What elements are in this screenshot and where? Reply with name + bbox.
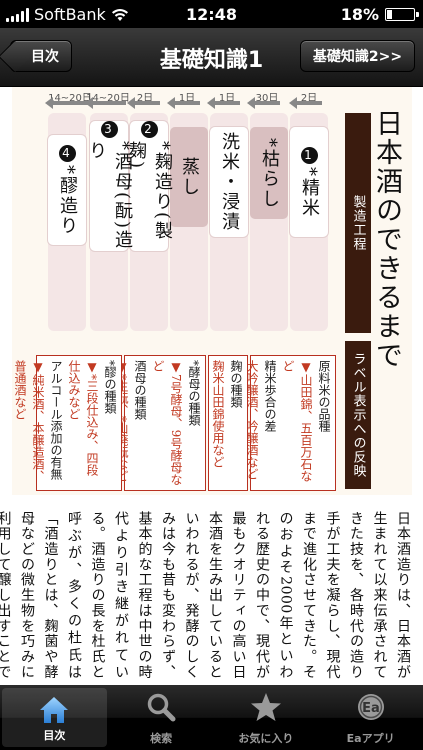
step-label: *枯らし: [259, 137, 280, 209]
step-polishing: 1 *精米: [290, 127, 328, 237]
step-washing-soaking: 洗米・浸漬: [210, 127, 248, 237]
step-label: *精米: [299, 166, 320, 218]
step-main-mash: 4 *醪造り: [48, 135, 86, 245]
tab-favorites[interactable]: お気に入り: [214, 685, 319, 750]
tab-label: 検索: [150, 732, 173, 745]
svg-text:Ea: Ea: [362, 701, 380, 716]
note-item: 麹米山田錦使用など: [211, 360, 225, 468]
next-button-label: 基礎知識2>>: [312, 49, 403, 65]
ea-app-icon: Ea: [357, 694, 384, 720]
process-band: 製造工程: [345, 113, 371, 333]
star-icon: [250, 693, 281, 721]
note-heading: 精米歩合の差: [263, 360, 277, 432]
tab-label: 目次: [43, 729, 66, 742]
tab-label: Eaアプリ: [346, 732, 395, 745]
duration-arrow: [85, 97, 126, 109]
note-yeast: *酵母の種類 ▼7号酵母、9号酵母など 酒母の種類 ▼*生酛、*山廃酛など: [115, 355, 206, 491]
duration-arrow: [247, 97, 280, 109]
label-band: ラベル表示への反映: [345, 341, 371, 489]
back-to-contents-button[interactable]: 目次: [10, 40, 72, 72]
step-koji: 2 *麹造り(製麹): [126, 121, 173, 251]
tab-search[interactable]: 検索: [109, 685, 214, 750]
note-heading: *醪の種類: [103, 360, 117, 414]
step-label: *醪造り: [57, 164, 78, 236]
battery-icon: [385, 8, 419, 21]
note-heading: アルコール添加の有無: [49, 360, 63, 480]
note-mash: *醪の種類 ▼*三段仕込み、四段仕込みなど アルコール添加の有無 ▼純米酒、本醸…: [13, 355, 122, 491]
battery-percent: 18%: [340, 5, 379, 24]
page-title: 基礎知識1: [159, 48, 264, 73]
note-heading: 麹の種類: [229, 360, 243, 408]
note-koji: 麹の種類 麹米山田錦使用など: [208, 355, 248, 491]
note-heading: 原料米の品種: [317, 360, 331, 432]
step-number-badge: 4: [58, 144, 76, 162]
home-icon: [40, 697, 69, 723]
duration-arrow: [45, 97, 88, 109]
note-item: ▼7号酵母、9号酵母など: [151, 360, 183, 486]
step-resting: *枯らし: [250, 127, 288, 219]
step-number-badge: 1: [300, 146, 318, 164]
note-heading: *酵母の種類: [187, 360, 201, 426]
back-button-label: 目次: [31, 49, 59, 65]
step-label: *酒母(酛)造り: [86, 141, 133, 251]
tab-ea-app[interactable]: Ea Eaアプリ: [318, 685, 423, 750]
step-number-badge: 2: [140, 121, 158, 138]
note-rice: 原料米の品種 ▼山田錦、五百万石など 精米歩合の差 大吟醸酒、吟醸酒など: [245, 355, 336, 491]
duration-arrow: [167, 97, 200, 109]
note-item: ▼山田錦、五百万石など: [281, 360, 313, 482]
status-bar: SoftBank 12:48 18%: [0, 0, 423, 28]
note-item: ▼*三段仕込み、四段仕込みなど: [67, 360, 99, 476]
note-heading: 酒母の種類: [133, 360, 147, 420]
duration-arrow: [127, 97, 160, 109]
step-number-badge: 3: [100, 121, 118, 138]
next-page-button[interactable]: 基礎知識2>>: [300, 40, 415, 72]
navigation-bar: 目次 基礎知識1 基礎知識2>>: [0, 28, 423, 87]
tab-label: お気に入り: [238, 732, 294, 745]
duration-arrow: [289, 97, 322, 109]
tab-bar: 目次 検索 お気に入り Ea Eaアプリ: [0, 685, 423, 750]
content-scroll-area[interactable]: 日本酒のできるまで 製造工程 ラベル表示への反映 14~20日 14~20日 2…: [0, 87, 423, 685]
duration-arrow: [207, 97, 240, 109]
step-label: 蒸し: [179, 157, 200, 197]
step-yeast-starter: 3 *酒母(酛)造り: [86, 121, 133, 251]
step-label: 洗米・浸漬: [219, 132, 240, 232]
step-steaming: 蒸し: [170, 127, 208, 227]
brewing-process-diagram: 日本酒のできるまで 製造工程 ラベル表示への反映 14~20日 14~20日 2…: [12, 87, 412, 495]
search-icon: [147, 693, 176, 722]
article-body: 日本酒造りは、日本酒が生まれて以来伝承されてきた技を、各時代の造り手が工夫を凝ら…: [0, 511, 411, 679]
tab-contents[interactable]: 目次: [2, 688, 107, 747]
note-item: ▼純米酒、本醸造酒、普通酒など: [13, 360, 45, 482]
